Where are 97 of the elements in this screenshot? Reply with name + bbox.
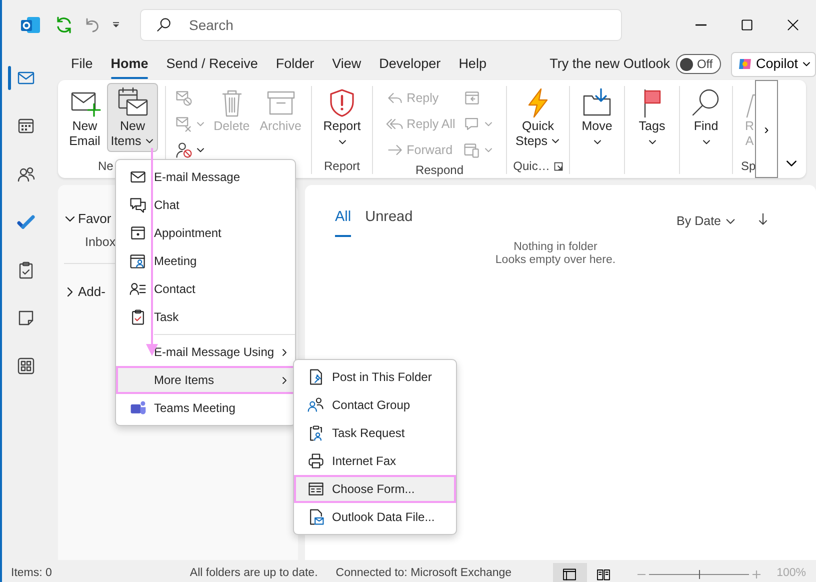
try-new-outlook-label: Try the new Outlook (550, 54, 670, 73)
ribbon-button[interactable]: Tags (632, 83, 672, 150)
menu-item[interactable]: Contact (116, 275, 295, 303)
status-text: All folders are up to date. (190, 566, 318, 582)
chevron-down-icon (196, 146, 205, 154)
envelope-blocked-icon (174, 89, 193, 107)
document-pin-icon (307, 368, 325, 386)
chevron-down-icon (484, 146, 494, 154)
checkmark-icon (16, 212, 36, 232)
form-icon (307, 480, 325, 498)
menu-item[interactable]: Task Request (294, 419, 456, 447)
chevron-right-icon (280, 376, 289, 384)
group-label: Sp (741, 158, 755, 175)
ribbon-tab[interactable]: View (323, 52, 370, 76)
search-icon (155, 16, 173, 34)
folder-section[interactable]: Add- (64, 282, 106, 302)
chevron-down-icon (145, 137, 154, 146)
menu-item[interactable]: Meeting (116, 247, 295, 275)
menu-item[interactable]: E-mail Message Using (116, 338, 295, 366)
search-box[interactable]: Search (140, 9, 622, 41)
ribbon-tab[interactable]: Home (102, 52, 158, 76)
chat-icon (129, 196, 147, 214)
status-text: Connected to: Microsoft Exchange (336, 566, 512, 582)
menu-item[interactable]: More Items (116, 366, 295, 394)
close-icon (785, 17, 801, 33)
menu-item[interactable]: E-mail Message (116, 163, 295, 191)
normal-view-icon (562, 566, 578, 582)
filter-tab[interactable]: All (335, 207, 352, 237)
search-field[interactable]: Search (187, 14, 567, 36)
menu-item[interactable]: Chat (116, 191, 295, 219)
chevron-right-icon (280, 348, 289, 356)
calendar-person-icon (129, 252, 147, 270)
people-icon (307, 396, 325, 414)
menu-item[interactable]: Contact Group (294, 391, 456, 419)
menu-item[interactable]: Outlook Data File... (294, 503, 456, 531)
empty-subtitle: Looks empty over here. (494, 254, 617, 267)
arrow-down-icon (756, 212, 770, 226)
ribbon-button[interactable]: Move (577, 83, 617, 150)
chevron-down-icon (648, 138, 656, 147)
sort-dropdown[interactable]: By Date (670, 211, 742, 232)
contact-card-icon (129, 280, 147, 298)
ribbon-button[interactable]: Find (686, 83, 726, 150)
zoom-in-icon (752, 570, 761, 578)
menu-item[interactable]: Internet Fax (294, 447, 456, 475)
ribbon-tab[interactable]: Folder (266, 52, 324, 76)
view-button[interactable] (552, 563, 587, 582)
teams-icon (129, 399, 147, 417)
group-label: Report (324, 158, 360, 175)
group-label: Quic… (513, 158, 550, 175)
maximize-icon (739, 17, 755, 33)
dialog-launcher-icon[interactable] (554, 162, 563, 170)
ribbon-button[interactable]: New Email (64, 83, 105, 152)
status-text: Items: 0 (11, 566, 52, 582)
ribbon-button[interactable]: New Items (106, 83, 158, 152)
ribbon-button[interactable]: Quick Steps (512, 83, 564, 152)
clipboard-person-icon (307, 424, 325, 442)
calendar-phone-icon (463, 141, 482, 159)
ribbon-tab[interactable]: Developer (370, 52, 450, 76)
reading-view-icon (596, 566, 612, 582)
envelope-x-icon (174, 115, 193, 133)
ribbon-button[interactable]: Report (319, 83, 365, 150)
document-envelope-icon (307, 508, 325, 526)
chevron-down-icon (338, 138, 346, 147)
ribbon-tab[interactable]: Send / Receive (157, 52, 267, 76)
copilot-button[interactable]: Copilot (730, 52, 816, 76)
chevron-down-icon (592, 138, 602, 147)
menu-item[interactable]: Teams Meeting (116, 394, 295, 422)
folder-item[interactable]: Inbox (64, 228, 116, 256)
menu-item[interactable]: Post in This Folder (294, 363, 456, 391)
calendar-reply-icon (463, 89, 482, 107)
chevron-down-icon (551, 137, 560, 146)
new-outlook-toggle[interactable]: Off (676, 54, 721, 74)
chevron-down-icon (702, 138, 710, 147)
filter-tab[interactable]: Unread (365, 207, 413, 237)
clipboard-check-icon (129, 308, 147, 326)
zoom-reading: 100% (776, 566, 806, 582)
chevron-down-icon (802, 60, 811, 68)
menu-item[interactable]: Choose Form... (294, 475, 456, 503)
ribbon-tab[interactable]: File (62, 52, 102, 76)
calendar-icon (129, 224, 147, 242)
chevron-down-icon (196, 120, 205, 128)
note-icon (16, 308, 36, 328)
apps-grid-icon (16, 356, 36, 376)
calendar-icon (16, 116, 36, 136)
printer-icon (307, 452, 325, 470)
ribbon-tab[interactable]: Help (450, 52, 496, 76)
ribbon-scroll-button[interactable]: › (755, 80, 778, 178)
menu-item[interactable]: Task (116, 303, 295, 331)
empty-title: Nothing in folder (512, 240, 598, 254)
person-blocked-icon (174, 141, 193, 159)
menu-item[interactable]: Appointment (116, 219, 295, 247)
group-label: Ne (98, 158, 114, 175)
minimize-icon (695, 24, 707, 26)
copilot-icon (738, 57, 752, 71)
group-label: Respond (415, 162, 464, 178)
chevron-down-icon (484, 120, 494, 128)
folder-section[interactable]: Favor (64, 209, 112, 228)
